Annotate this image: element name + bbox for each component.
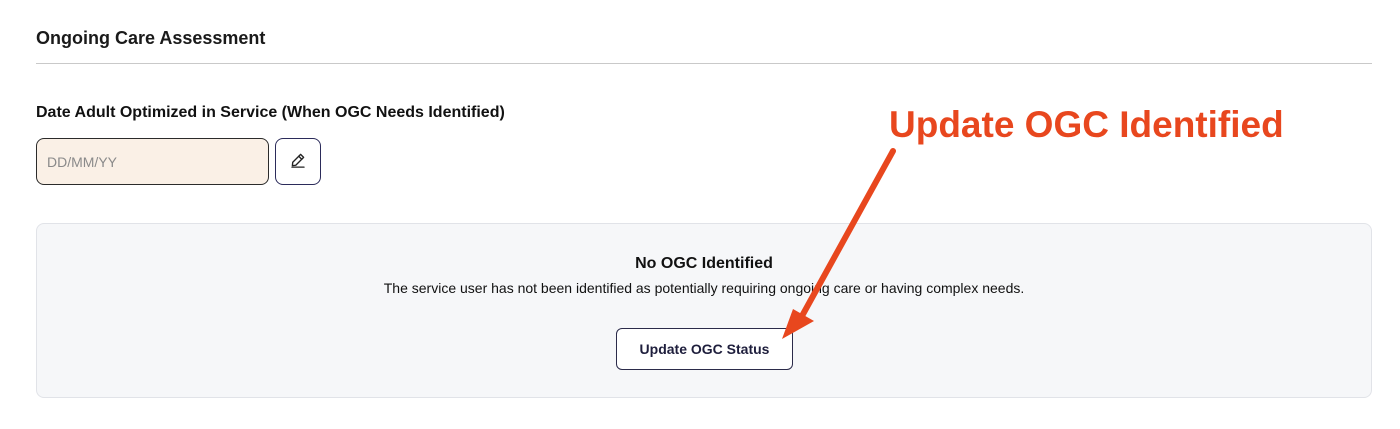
date-input[interactable]: [36, 138, 269, 185]
section-divider: [36, 63, 1372, 64]
ogc-status-description: The service user has not been identified…: [383, 280, 1025, 296]
pencil-icon: [289, 151, 307, 172]
ogc-status-panel: No OGC Identified The service user has n…: [36, 223, 1372, 398]
date-field-label: Date Adult Optimized in Service (When OG…: [36, 104, 505, 121]
section-title: Ongoing Care Assessment: [36, 28, 266, 48]
update-ogc-status-button[interactable]: Update OGC Status: [616, 328, 793, 370]
ongoing-care-assessment-page: Ongoing Care Assessment Date Adult Optim…: [0, 0, 1400, 429]
ogc-status-heading: No OGC Identified: [635, 255, 773, 272]
edit-date-button[interactable]: [275, 138, 321, 185]
annotation-label: Update OGC Identified: [889, 104, 1284, 145]
